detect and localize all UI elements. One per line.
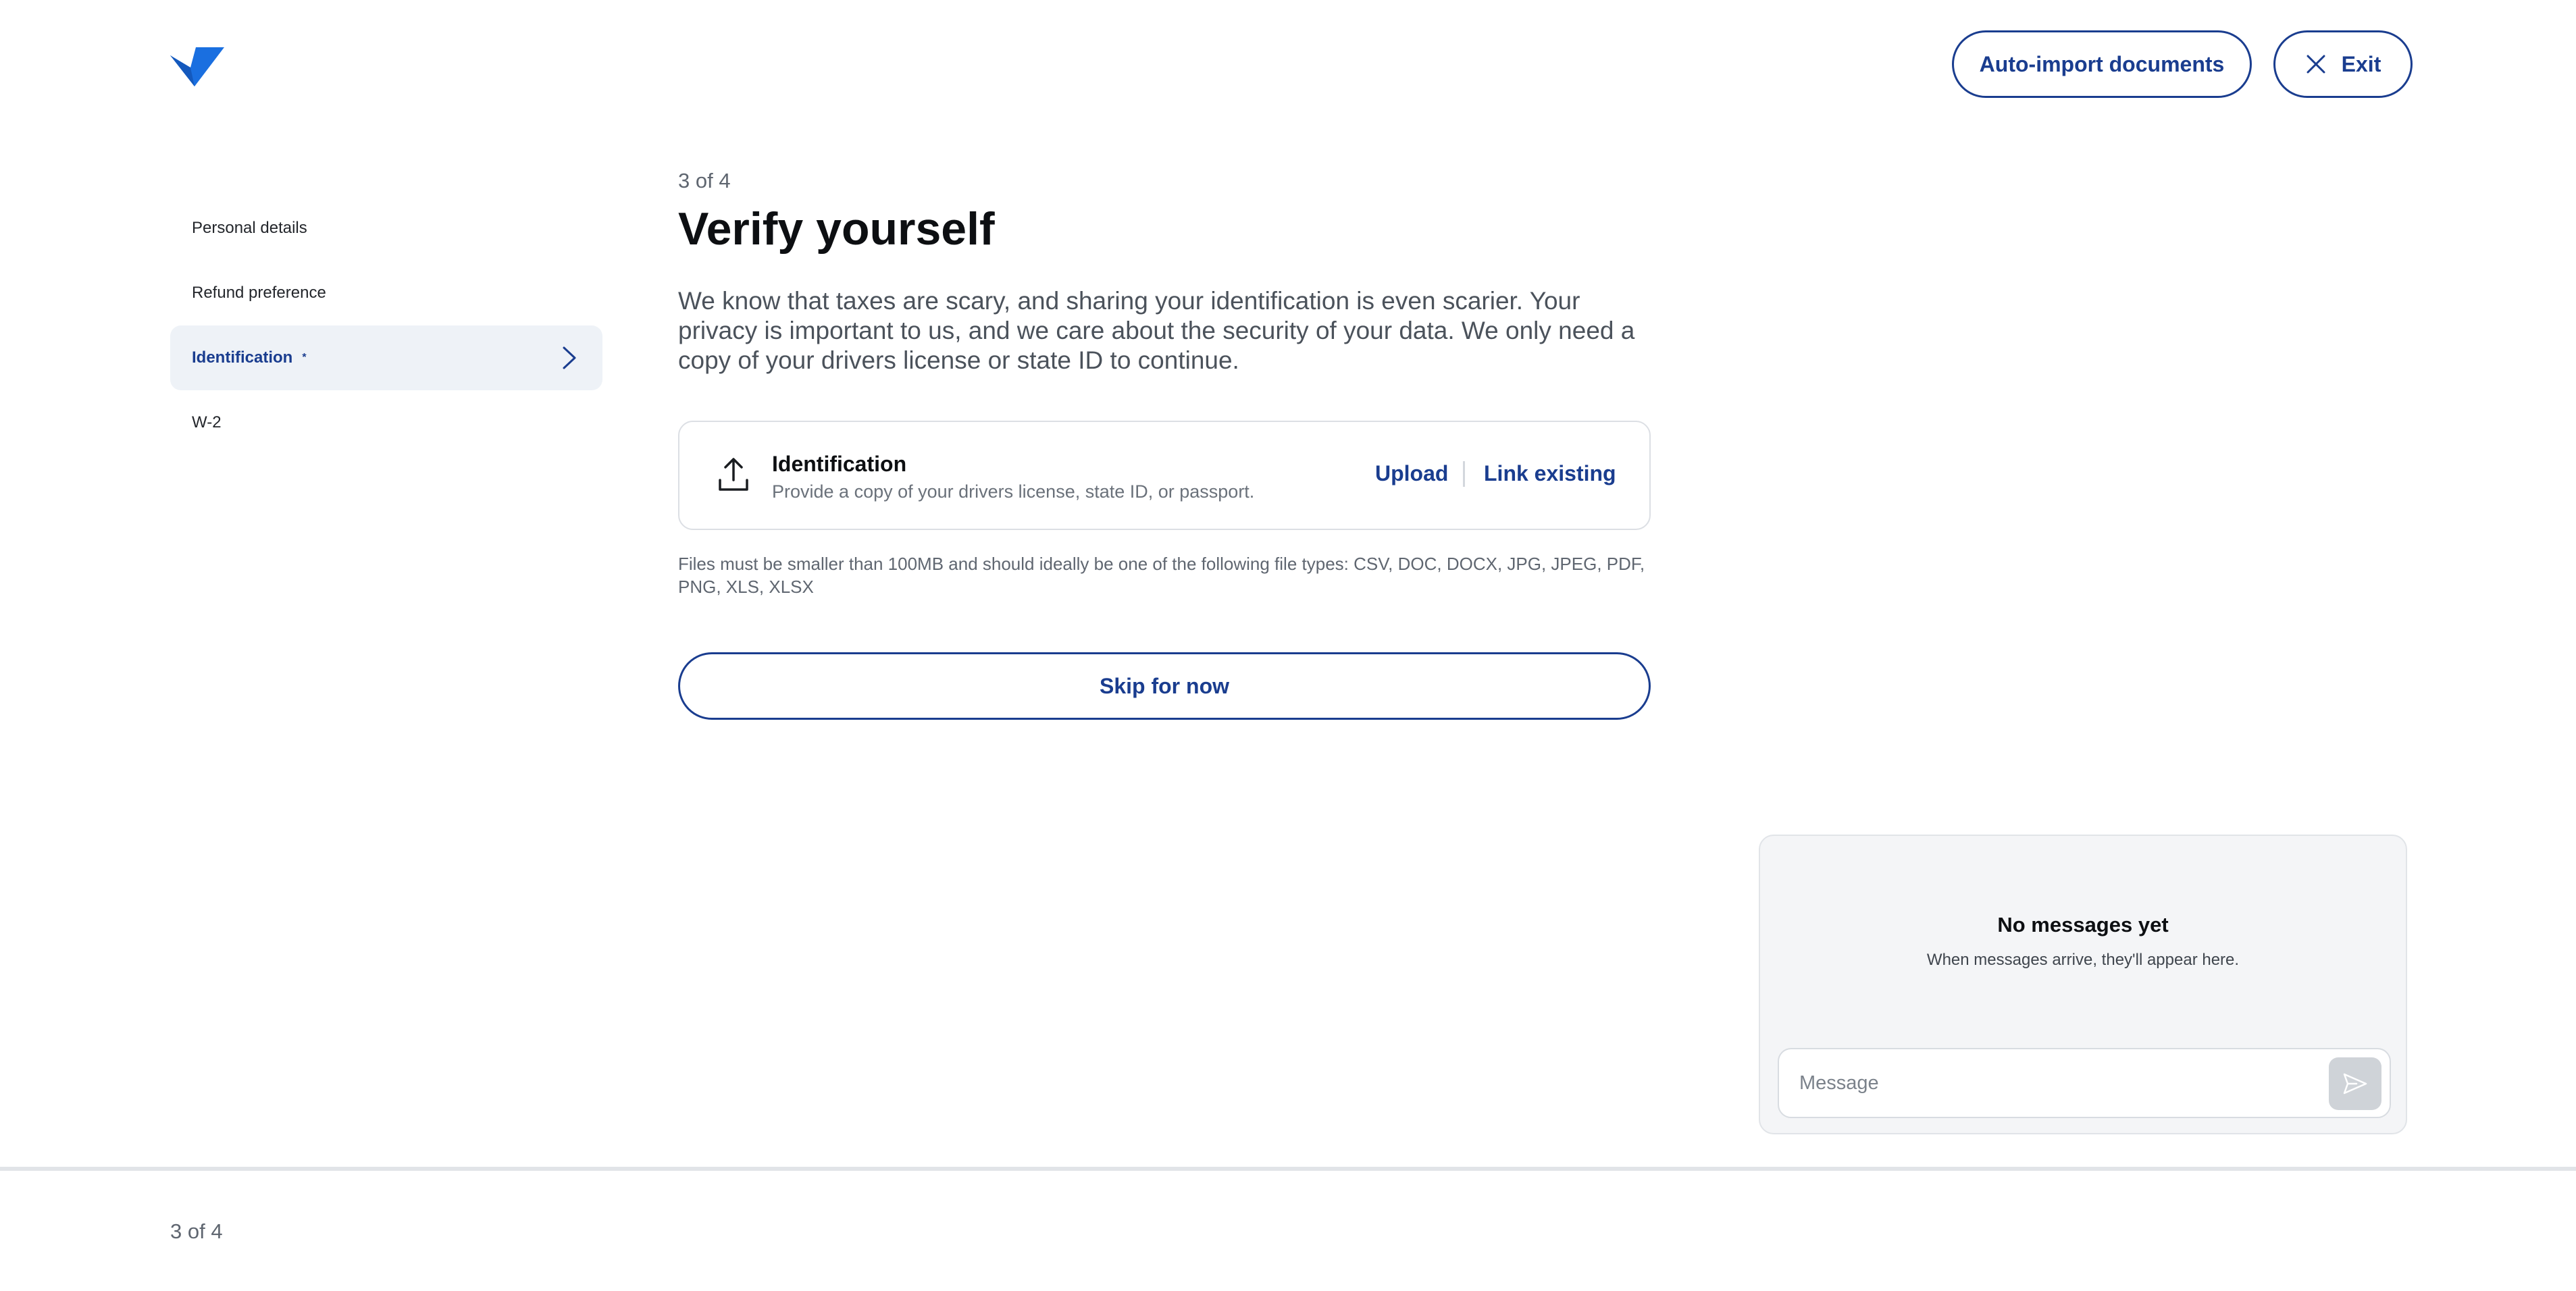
sidebar-item-identification[interactable]: Identification * [170, 325, 602, 390]
action-divider [1463, 461, 1465, 487]
link-existing-button[interactable]: Link existing [1484, 461, 1616, 486]
close-icon [2307, 55, 2325, 74]
sidebar-item-w2[interactable]: W-2 [170, 390, 602, 455]
upload-card: Identification Provide a copy of your dr… [678, 421, 1651, 530]
exit-label: Exit [2341, 51, 2381, 76]
sidebar-item-label: Refund preference [192, 284, 326, 302]
skip-label: Skip for now [1100, 673, 1229, 698]
upload-card-subtitle: Provide a copy of your drivers license, … [772, 481, 1255, 502]
sidebar-item-refund-preference[interactable]: Refund preference [170, 261, 602, 325]
sidebar-item-label: W-2 [192, 413, 222, 431]
sidebar-item-label: Identification [192, 348, 293, 367]
required-marker: * [302, 352, 307, 363]
messages-empty-subtitle: When messages arrive, they'll appear her… [1926, 951, 2240, 969]
messages-empty-title: No messages yet [1997, 913, 2169, 937]
step-indicator: 3 of 4 [678, 169, 731, 192]
page-title: Verify yourself [678, 203, 995, 255]
auto-import-button[interactable]: Auto-import documents [1952, 30, 2252, 98]
footer-divider [0, 1167, 2576, 1171]
sidebar-item-label: Personal details [192, 219, 307, 237]
messages-panel: No messages yet When messages arrive, th… [1759, 835, 2407, 1134]
send-icon [2343, 1073, 2367, 1095]
page: Auto-import documents Exit Personal deta… [0, 0, 2576, 1291]
upload-icon [719, 458, 748, 491]
message-input[interactable] [1780, 1051, 2307, 1115]
message-composer [1778, 1048, 2391, 1118]
footer-step-indicator: 3 of 4 [170, 1219, 223, 1243]
auto-import-label: Auto-import documents [1979, 51, 2225, 76]
file-requirements-note: Files must be smaller than 100MB and sho… [678, 554, 1645, 597]
upload-card-title: Identification [772, 452, 907, 476]
sidebar-item-personal-details[interactable]: Personal details [170, 196, 602, 261]
logo-icon[interactable] [170, 47, 224, 86]
exit-button[interactable]: Exit [2273, 30, 2413, 98]
skip-for-now-button[interactable]: Skip for now [678, 652, 1651, 720]
send-button[interactable] [2329, 1057, 2381, 1110]
chevron-right-icon [563, 346, 576, 369]
upload-button[interactable]: Upload [1375, 461, 1448, 486]
page-description: We know that taxes are scary, and sharin… [678, 287, 1635, 374]
